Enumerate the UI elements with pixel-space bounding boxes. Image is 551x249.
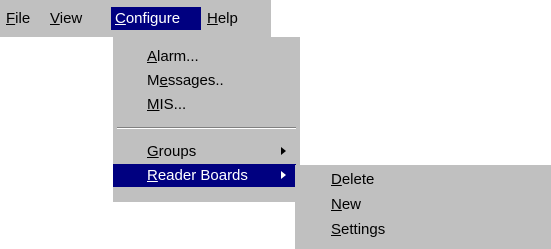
menu-item-mis-label: IS... — [159, 96, 187, 113]
menu-item-messages-prefix: M — [147, 72, 160, 89]
submenu-item-delete-label: elete — [341, 171, 375, 188]
menu-item-groups-label: roups — [158, 143, 197, 160]
menu-item-groups[interactable]: Groups — [113, 140, 296, 163]
menu-item-alarm-mnemonic: A — [147, 48, 158, 65]
reader-boards-submenu: Delete New Settings — [295, 165, 551, 249]
submenu-item-settings-mnemonic: S — [331, 221, 342, 238]
menu-item-alarm-label: larm... — [157, 48, 199, 65]
submenu-item-delete-mnemonic: D — [331, 171, 342, 188]
menu-configure-label: onfigure — [125, 10, 181, 27]
menu-item-messages-label: ssages.. — [167, 72, 224, 89]
menu-item-mis-mnemonic: M — [147, 96, 160, 113]
menu-item-groups-mnemonic: G — [147, 143, 159, 160]
submenu-item-delete[interactable]: Delete — [295, 168, 551, 191]
menu-configure-mnemonic: C — [115, 10, 126, 27]
menu-help-mnemonic: H — [207, 10, 218, 27]
menu-file-label: ile — [15, 10, 31, 27]
menu-file-mnemonic: F — [6, 10, 16, 27]
submenu-item-new[interactable]: New — [295, 193, 551, 216]
submenu-arrow-icon — [281, 147, 286, 155]
menu-file[interactable]: File — [2, 7, 34, 30]
menu-item-reader-boards-label: eader Boards — [157, 167, 248, 184]
menu-separator — [117, 127, 296, 129]
submenu-arrow-icon — [281, 171, 286, 179]
menu-item-messages[interactable]: Messages.. — [113, 69, 300, 92]
menu-item-reader-boards-mnemonic: R — [147, 167, 158, 184]
menu-configure[interactable]: Configure — [111, 7, 201, 30]
menu-bar: File View Configure Help — [0, 0, 271, 37]
submenu-item-settings-label: ettings — [341, 221, 386, 238]
menu-view[interactable]: View — [46, 7, 86, 30]
submenu-item-settings[interactable]: Settings — [295, 218, 551, 241]
submenu-item-new-mnemonic: N — [331, 196, 342, 213]
menu-view-label: iew — [59, 10, 83, 27]
configure-dropdown: Alarm... Messages.. MIS... Groups Reader… — [113, 37, 300, 202]
menu-item-reader-boards[interactable]: Reader Boards — [113, 164, 296, 187]
menu-item-alarm[interactable]: Alarm... — [113, 45, 300, 68]
menu-help[interactable]: Help — [203, 7, 242, 30]
submenu-item-new-label: ew — [341, 196, 362, 213]
menu-view-mnemonic: V — [50, 10, 60, 27]
menu-help-label: elp — [217, 10, 238, 27]
menu-item-mis[interactable]: MIS... — [113, 93, 300, 116]
menu-item-messages-mnemonic: e — [159, 72, 168, 89]
